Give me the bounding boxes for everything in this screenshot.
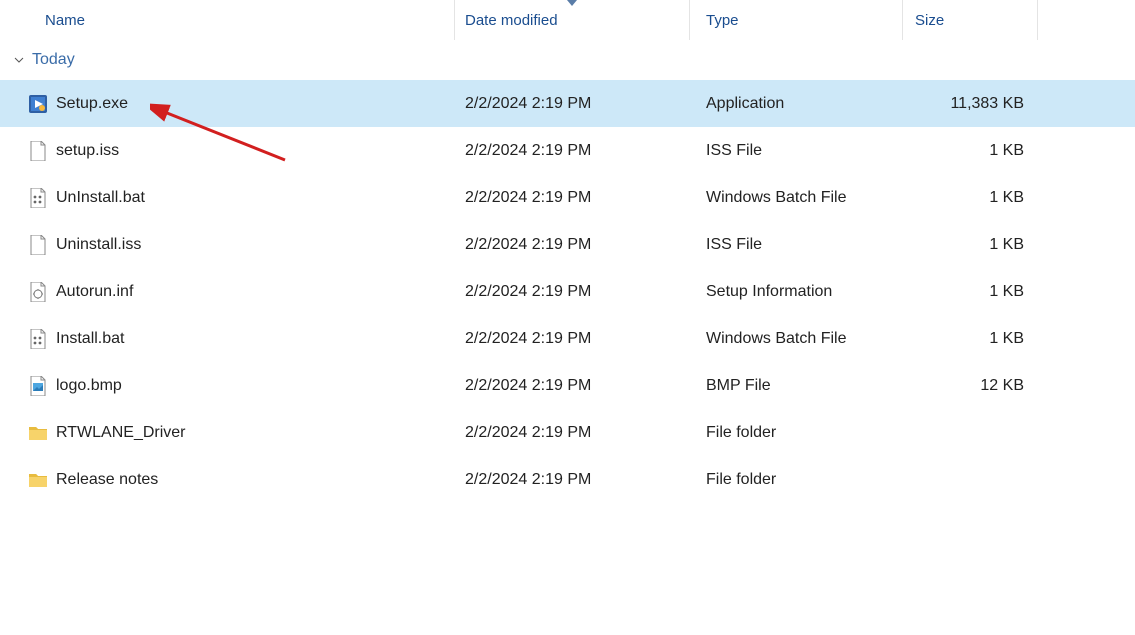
file-name: Install.bat bbox=[56, 330, 124, 348]
file-date: 2/2/2024 2:19 PM bbox=[465, 283, 591, 301]
column-header-name[interactable]: Name bbox=[0, 0, 455, 40]
exe-icon bbox=[28, 94, 48, 114]
file-size: 1 KB bbox=[989, 330, 1024, 348]
bmp-icon bbox=[28, 376, 48, 396]
file-row[interactable]: UnInstall.bat 2/2/2024 2:19 PM Windows Bat… bbox=[0, 174, 1135, 221]
column-header-date-label: Date modified bbox=[465, 12, 558, 29]
file-icon bbox=[28, 141, 48, 161]
chevron-down-icon bbox=[12, 53, 26, 67]
file-name: Release notes bbox=[56, 471, 158, 489]
file-size: 1 KB bbox=[989, 283, 1024, 301]
file-row[interactable]: Uninstall.iss 2/2/2024 2:19 PM ISS File 1 K… bbox=[0, 221, 1135, 268]
file-row[interactable]: Setup.exe 2/2/2024 2:19 PM Application 11,3… bbox=[0, 80, 1135, 127]
file-name: Autorun.inf bbox=[56, 283, 133, 301]
file-date: 2/2/2024 2:19 PM bbox=[465, 236, 591, 254]
folder-icon bbox=[28, 423, 48, 443]
file-name: logo.bmp bbox=[56, 377, 122, 395]
file-row[interactable]: logo.bmp 2/2/2024 2:19 PM BMP File 12 KB bbox=[0, 362, 1135, 409]
file-name: RTWLANE_Driver bbox=[56, 424, 186, 442]
file-type: Application bbox=[706, 95, 784, 113]
column-header-type-label: Type bbox=[706, 12, 739, 29]
file-date: 2/2/2024 2:19 PM bbox=[465, 189, 591, 207]
file-type: ISS File bbox=[706, 236, 762, 254]
column-header-size-label: Size bbox=[915, 12, 944, 29]
file-icon bbox=[28, 235, 48, 255]
file-size: 1 KB bbox=[989, 236, 1024, 254]
group-label: Today bbox=[32, 51, 75, 69]
file-row[interactable]: Autorun.inf 2/2/2024 2:19 PM Setup Informa… bbox=[0, 268, 1135, 315]
file-name: UnInstall.bat bbox=[56, 189, 145, 207]
file-type: BMP File bbox=[706, 377, 771, 395]
file-size: 1 KB bbox=[989, 189, 1024, 207]
bat-icon bbox=[28, 188, 48, 208]
file-size: 12 KB bbox=[980, 377, 1024, 395]
file-type: File folder bbox=[706, 424, 776, 442]
file-list: Setup.exe 2/2/2024 2:19 PM Application 11,3… bbox=[0, 80, 1135, 503]
file-date: 2/2/2024 2:19 PM bbox=[465, 95, 591, 113]
bat-icon bbox=[28, 329, 48, 349]
group-header[interactable]: Today bbox=[0, 40, 1135, 80]
file-name: setup.iss bbox=[56, 142, 119, 160]
file-date: 2/2/2024 2:19 PM bbox=[465, 377, 591, 395]
file-date: 2/2/2024 2:19 PM bbox=[465, 142, 591, 160]
column-header-date[interactable]: Date modified bbox=[455, 0, 690, 40]
column-header-type[interactable]: Type bbox=[690, 0, 903, 40]
file-type: Windows Batch File bbox=[706, 330, 847, 348]
file-date: 2/2/2024 2:19 PM bbox=[465, 424, 591, 442]
file-row[interactable]: Release notes 2/2/2024 2:19 PM File folder bbox=[0, 456, 1135, 503]
file-type: Setup Information bbox=[706, 283, 832, 301]
file-size: 11,383 KB bbox=[950, 95, 1024, 113]
file-name: Setup.exe bbox=[56, 95, 128, 113]
file-type: File folder bbox=[706, 471, 776, 489]
file-row[interactable]: setup.iss 2/2/2024 2:19 PM ISS File 1 KB bbox=[0, 127, 1135, 174]
file-name: Uninstall.iss bbox=[56, 236, 141, 254]
sort-descending-icon bbox=[567, 0, 577, 9]
file-row[interactable]: Install.bat 2/2/2024 2:19 PM Windows Batch… bbox=[0, 315, 1135, 362]
column-header-row: Name Date modified Type Size bbox=[0, 0, 1135, 40]
column-header-size[interactable]: Size bbox=[903, 0, 1038, 40]
file-size: 1 KB bbox=[989, 142, 1024, 160]
file-date: 2/2/2024 2:19 PM bbox=[465, 471, 591, 489]
file-row[interactable]: RTWLANE_Driver 2/2/2024 2:19 PM File folde… bbox=[0, 409, 1135, 456]
file-type: Windows Batch File bbox=[706, 189, 847, 207]
column-header-name-label: Name bbox=[45, 12, 85, 29]
inf-icon bbox=[28, 282, 48, 302]
file-type: ISS File bbox=[706, 142, 762, 160]
folder-icon bbox=[28, 470, 48, 490]
file-date: 2/2/2024 2:19 PM bbox=[465, 330, 591, 348]
